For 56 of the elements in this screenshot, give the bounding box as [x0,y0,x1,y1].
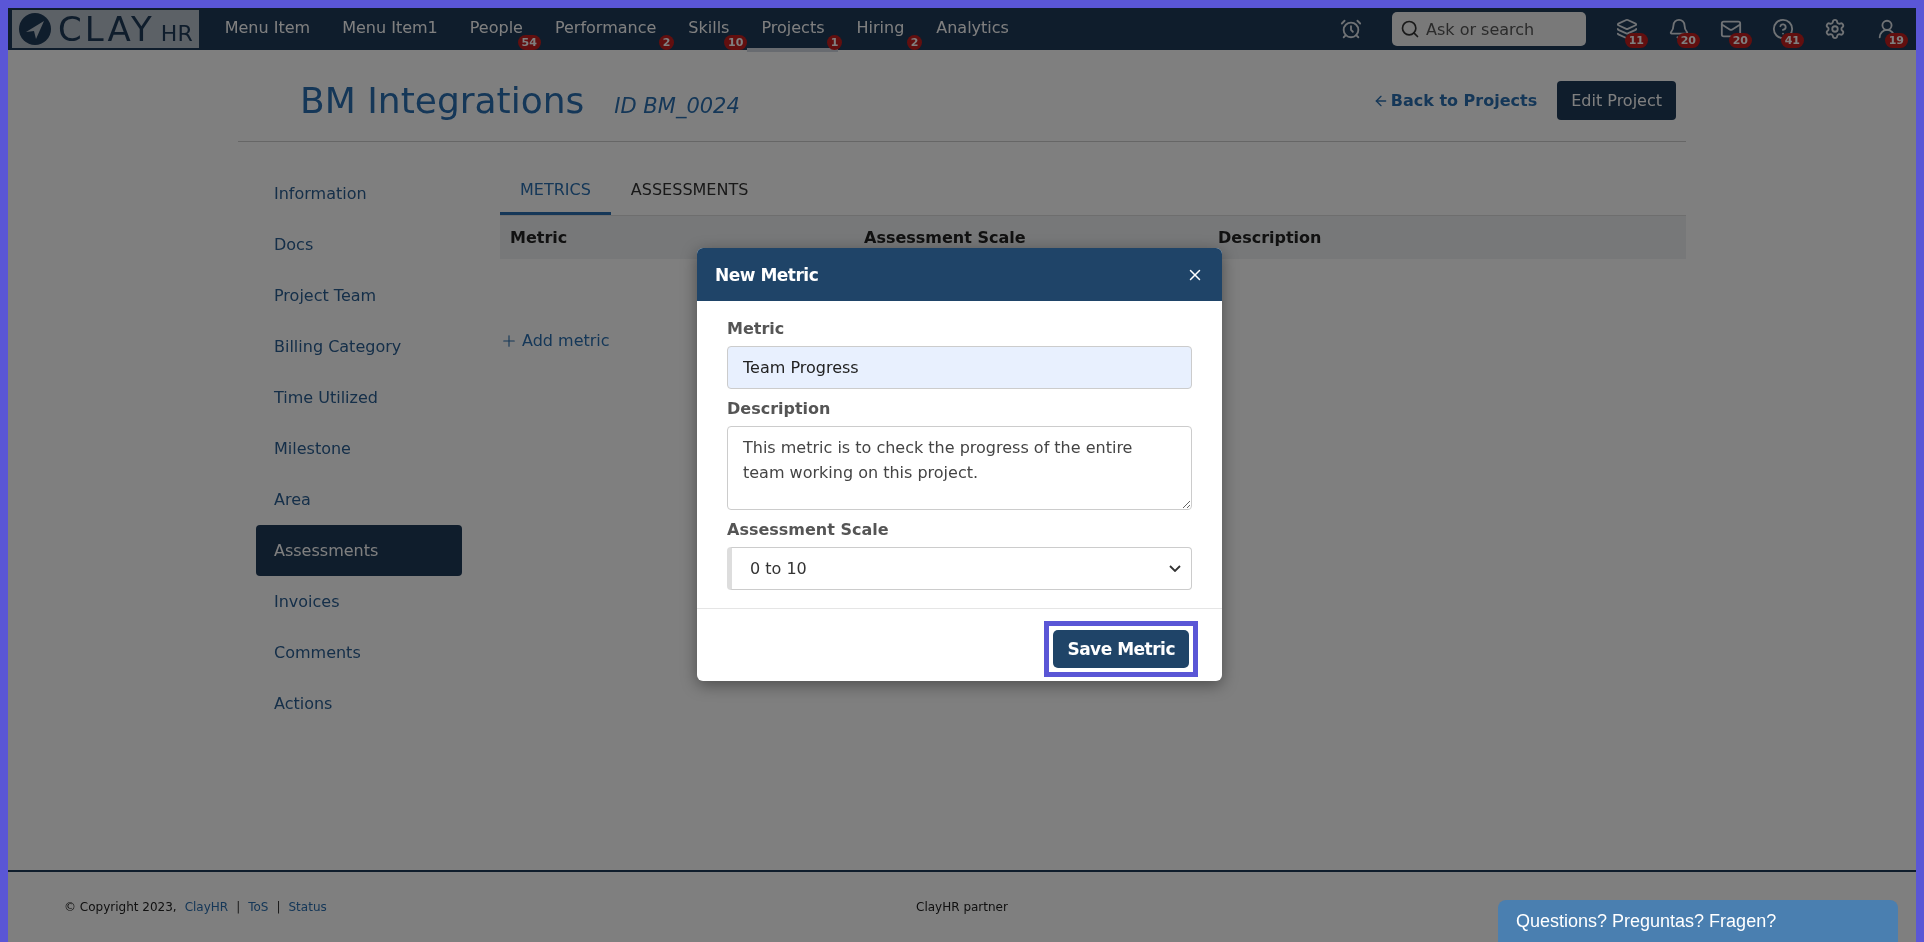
count-badge: 11 [1624,33,1648,48]
save-metric-button[interactable]: Save Metric [1053,630,1189,668]
footer-link[interactable]: ToS [248,900,269,914]
logo-icon [18,12,52,46]
count-badge: 19 [1884,33,1908,48]
separator: | [276,900,281,914]
sidebar-item[interactable]: Billing Category [256,321,462,372]
alarm-clock-icon[interactable] [1340,18,1362,40]
modal-title: New Metric [715,264,819,285]
chevron-icon [1169,565,1181,572]
footer-link[interactable]: Status [288,900,327,914]
separator: | [236,900,241,914]
sidebar-item[interactable]: Time Utilized [256,372,462,423]
count-badge: 20 [1676,33,1700,48]
settings-icon[interactable] [1824,18,1846,40]
sidebar-item[interactable]: Assessments [256,525,462,576]
copyright-text: © Copyright 2023, [64,900,177,914]
count-badge: 1 [826,34,843,50]
field-label: Description [727,399,832,418]
footer-link[interactable]: ClayHR [184,900,229,914]
column-header: Metric [510,228,569,247]
field-label: Assessment Scale [727,520,890,539]
edit-project-button[interactable]: Edit Project [1557,81,1676,120]
count-badge: 54 [517,34,541,50]
description-textarea[interactable]: This metric is to check the progress of the entire team working on this project. [727,426,1192,510]
column-header: Description [1218,228,1323,247]
count-badge: 41 [1780,33,1804,48]
nav-item[interactable]: Analytics [922,8,1023,52]
metric-input[interactable]: Team Progress [727,346,1192,389]
chat-button[interactable]: Questions? Preguntas? Fragen? [1498,900,1898,942]
count-badge: 2 [658,34,675,50]
nav-item[interactable]: Menu Item [210,8,325,52]
sidebar-item[interactable]: Milestone [256,423,462,474]
scale-select[interactable]: 0 to 10 [727,547,1192,590]
sidebar-item[interactable]: Invoices [256,576,462,627]
sidebar-item[interactable]: Area [256,474,462,525]
sidebar-item[interactable]: Project Team [256,270,462,321]
nav-item[interactable]: Projects 1 [747,8,839,52]
count-badge: 20 [1728,33,1752,48]
logo[interactable]: CLAY HR [12,10,199,48]
project-id: ID BM_0024 [614,93,740,118]
sidebar-item[interactable]: Information [256,168,462,219]
add-metric-link[interactable]: Add metric [500,331,610,350]
sidebar-item[interactable]: Comments [256,627,462,678]
column-header: Assessment Scale [864,228,1027,247]
count-badge: 2 [906,34,923,50]
tab[interactable]: ASSESSMENTS [610,168,769,215]
back-link[interactable]: Back to Projects [1372,91,1538,110]
sidebar-item[interactable]: Docs [256,219,462,270]
partner-text: ClayHR partner [915,900,1009,914]
field-label: Metric [727,319,786,338]
nav-item[interactable]: Menu Item1 [328,8,452,52]
search-field[interactable]: Ask or search [1392,12,1586,46]
sidebar-item[interactable]: Actions [256,678,462,729]
project-title: BM Integrations [300,80,585,121]
count-badge: 10 [724,34,748,50]
